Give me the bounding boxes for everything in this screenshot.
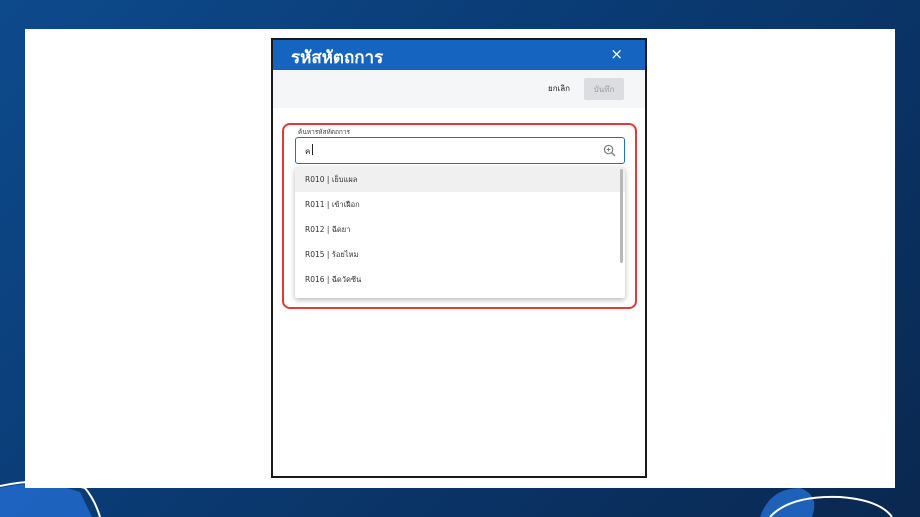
save-button[interactable]: บันทึก [584,78,624,100]
dropdown-option[interactable]: R010 | เย็บแผล [295,167,625,193]
dialog-toolbar: ยกเลิก บันทึก [273,70,645,108]
dropdown-option[interactable]: R015 | ร้อยไหม [295,243,625,268]
close-icon[interactable]: × [610,45,623,63]
dropdown-option[interactable]: R012 | ฉีดยา [295,217,625,242]
dialog-header: รหัสหัตถการ × [273,40,645,70]
dropdown-option[interactable]: R011 | เข้าเฝือก [295,192,625,217]
zoom-search-icon[interactable] [603,144,616,157]
search-input-value: ค [305,147,311,156]
cancel-button[interactable]: ยกเลิก [548,82,570,95]
text-caret [312,144,313,155]
search-field-label: ค้นหารหัสหัตถการ [298,128,350,136]
dialog-title: รหัสหัตถการ [291,48,384,68]
dropdown-scrollbar[interactable] [620,169,623,263]
autocomplete-dropdown: R010 | เย็บแผล R011 | เข้าเฝือก R012 | ฉ… [295,167,625,298]
search-input[interactable]: ค [295,137,625,164]
dropdown-option[interactable]: R016 | ฉีดวัคซีน [295,268,625,293]
procedure-code-dialog: รหัสหัตถการ × ยกเลิก บันทึก ค้นหารหัสหัต… [271,38,647,478]
